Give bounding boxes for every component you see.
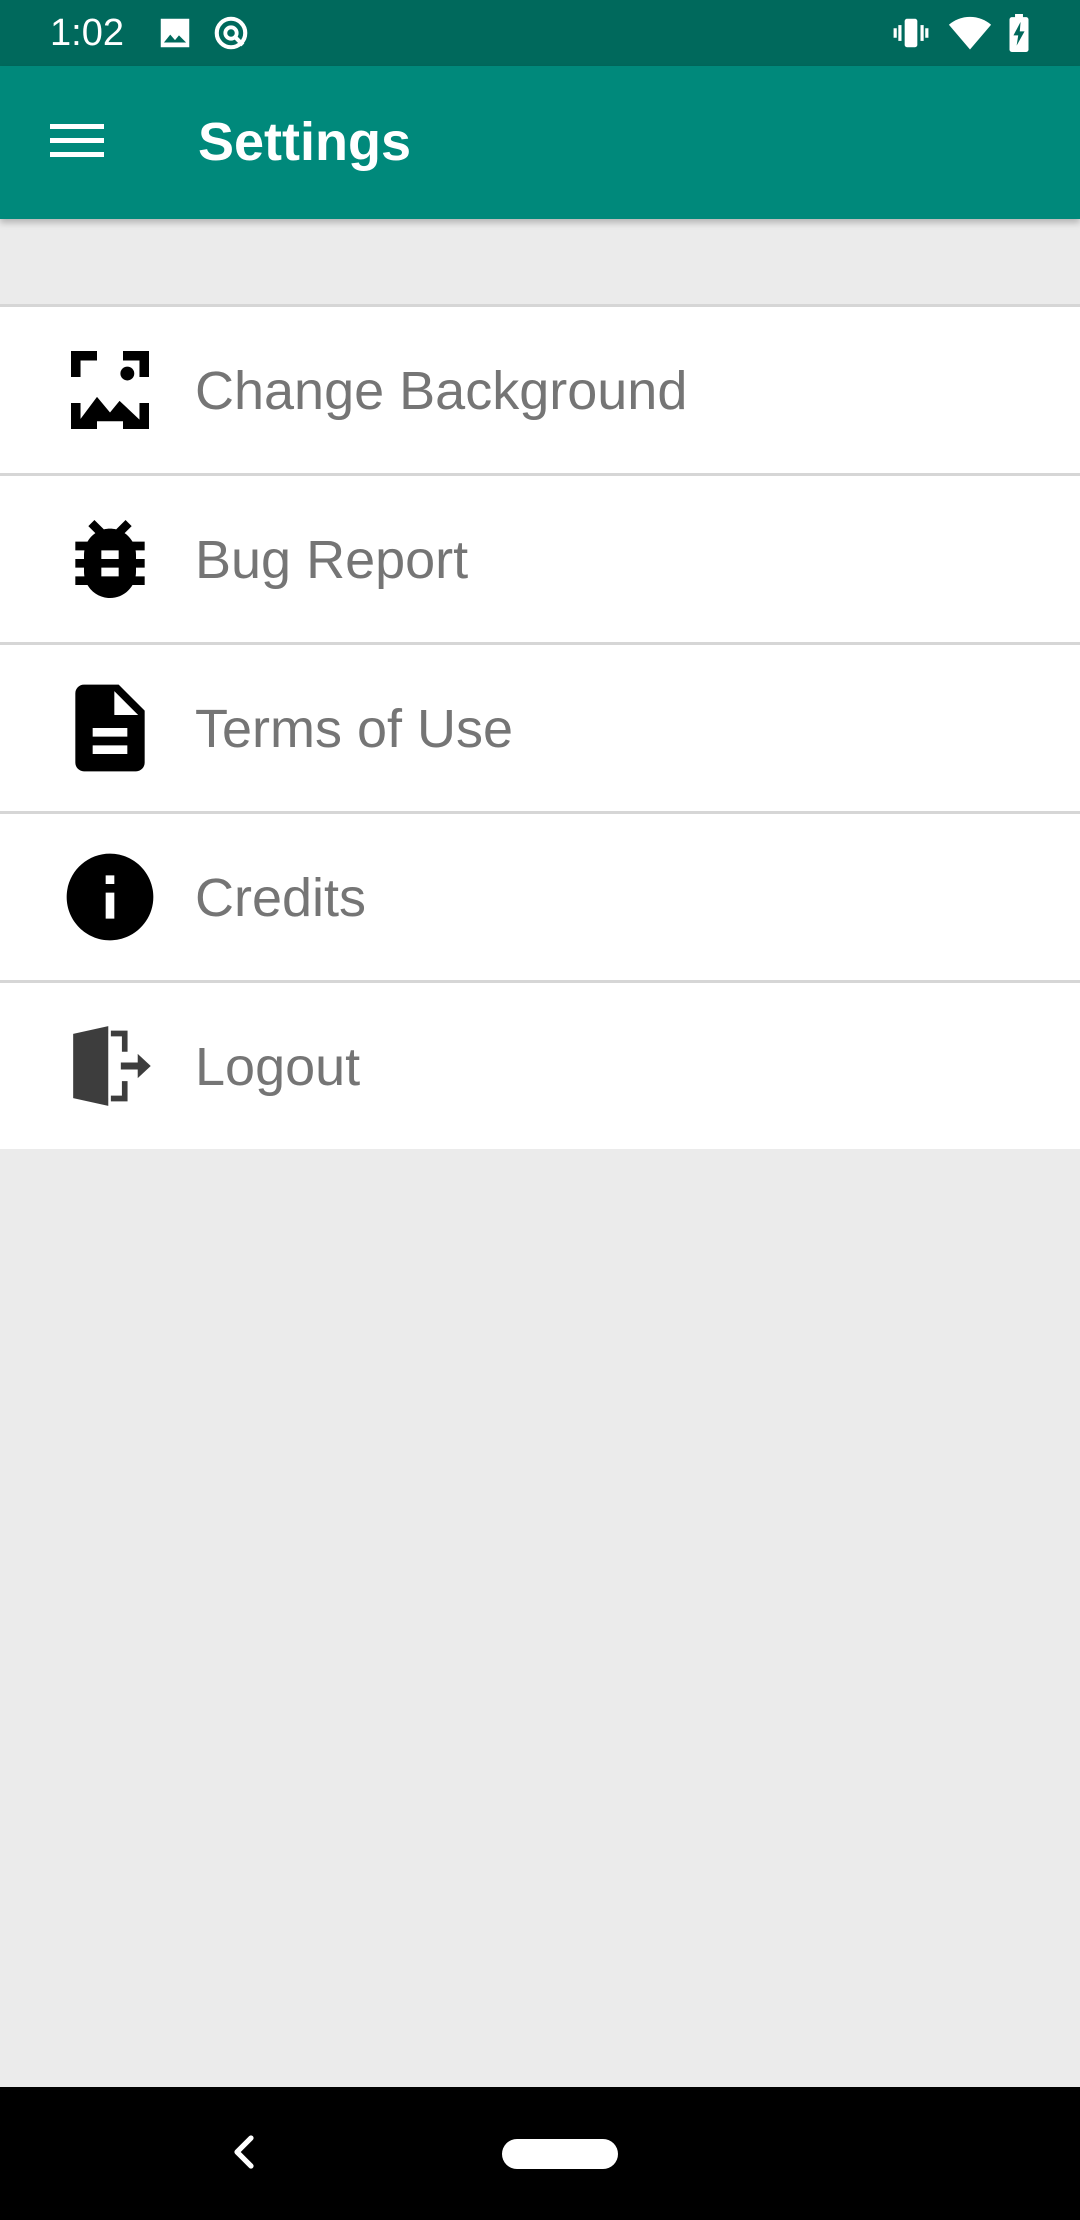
back-button[interactable]: [216, 2125, 274, 2183]
settings-item-label: Logout: [195, 1037, 361, 1097]
settings-item-label: Terms of Use: [195, 699, 514, 759]
back-chevron-icon: [229, 2134, 261, 2175]
document-icon: [56, 674, 164, 782]
settings-item-label: Credits: [195, 868, 367, 928]
info-icon: [56, 843, 164, 951]
settings-item-label: Bug Report: [195, 530, 469, 590]
wallpaper-icon: [56, 336, 164, 444]
navigation-bar: [0, 2087, 1080, 2220]
app-bar: Settings: [0, 66, 1080, 219]
hamburger-menu-icon: [50, 121, 104, 166]
settings-item-label: Change Background: [195, 361, 688, 421]
image-icon: [156, 14, 194, 52]
settings-item-credits[interactable]: Credits: [0, 814, 1080, 983]
battery-charging-icon: [1004, 14, 1034, 53]
settings-item-change-background[interactable]: Change Background: [0, 307, 1080, 476]
logout-door-icon: [56, 1012, 164, 1120]
page-title: Settings: [198, 112, 412, 172]
bug-icon: [56, 505, 164, 613]
settings-list: Change Background Bug Report Terms of Us…: [0, 304, 1080, 1149]
settings-item-bug-report[interactable]: Bug Report: [0, 476, 1080, 645]
status-bar: 1:02: [0, 0, 1080, 66]
menu-button[interactable]: [34, 100, 120, 186]
wifi-icon: [948, 14, 992, 52]
settings-screen: 1:02 Settings Change Background Bug Repo…: [0, 0, 1080, 2220]
sync-icon: [212, 14, 250, 52]
settings-item-logout[interactable]: Logout: [0, 983, 1080, 1149]
home-pill-icon[interactable]: [502, 2139, 618, 2169]
vibrate-icon: [892, 14, 930, 52]
status-time: 1:02: [50, 12, 124, 54]
settings-item-terms-of-use[interactable]: Terms of Use: [0, 645, 1080, 814]
